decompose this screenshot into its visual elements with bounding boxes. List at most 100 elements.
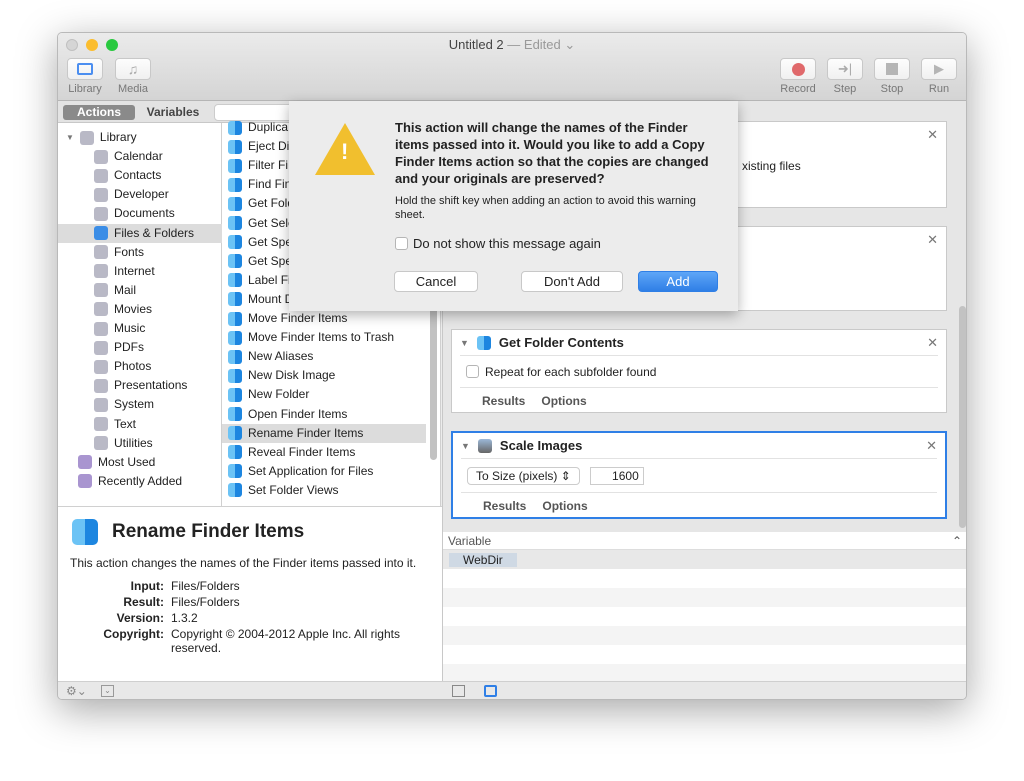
scale-mode-select[interactable]: To Size (pixels) ⇕ [467, 467, 580, 485]
dont-add-button[interactable]: Don't Add [521, 271, 623, 292]
sidebar-item[interactable]: Developer [58, 185, 222, 204]
library-button[interactable] [67, 58, 103, 80]
card-option-text: xisting files [742, 159, 801, 173]
options-tab[interactable]: Options [542, 499, 587, 513]
edited-label[interactable]: — Edited ⌄ [507, 37, 575, 52]
disclosure-triangle-icon[interactable]: ▼ [460, 338, 469, 348]
finder-icon [228, 121, 242, 135]
action-card-get-folder-contents[interactable]: ▼ Get Folder Contents ✕ Repeat for each s… [451, 329, 947, 413]
action-item[interactable]: Move Finder Items [222, 309, 426, 328]
category-icon [78, 455, 92, 469]
tab-actions[interactable]: Actions [63, 105, 135, 120]
variable-row[interactable]: WebDir [443, 550, 967, 569]
stop-icon [886, 63, 898, 75]
automator-window: Untitled 2 — Edited ⌄ Library ♫ Media Re… [57, 32, 967, 700]
chevron-up-icon[interactable]: ⌃ [952, 532, 962, 550]
sidebar-item[interactable]: Contacts [58, 166, 222, 185]
run-button[interactable]: ▶ [921, 58, 957, 80]
results-tab[interactable]: Results [482, 394, 525, 408]
action-item[interactable]: Rename Finder Items [222, 424, 426, 443]
record-button[interactable] [780, 58, 816, 80]
stop-label: Stop [867, 83, 917, 95]
sidebar-item-label: Internet [114, 262, 155, 281]
list-view-icon[interactable] [452, 685, 465, 697]
workflow-scrollbar[interactable] [959, 306, 966, 528]
options-tab[interactable]: Options [541, 394, 586, 408]
action-item[interactable]: New Aliases [222, 347, 426, 366]
meta-values: Files/Folders Files/Folders 1.3.2 Copyri… [171, 578, 421, 655]
category-icon [94, 283, 108, 297]
variable-header[interactable]: Variable [448, 534, 491, 548]
sidebar-icon [77, 63, 93, 75]
sidebar-item[interactable]: Files & Folders [58, 224, 222, 243]
size-input[interactable]: 1600 [590, 467, 644, 485]
close-icon[interactable]: ✕ [927, 335, 938, 351]
sidebar-item[interactable]: Documents [58, 204, 222, 223]
cancel-button[interactable]: Cancel [394, 271, 478, 292]
stop-button[interactable] [874, 58, 910, 80]
sidebar-item-label: Mail [114, 281, 136, 300]
checkbox-label: Repeat for each subfolder found [485, 365, 656, 379]
action-card-scale-images[interactable]: ▼Scale Images ✕ To Size (pixels) ⇕ 1600 … [451, 431, 947, 519]
action-description: Rename Finder Items This action changes … [58, 506, 442, 681]
tab-variables[interactable]: Variables [138, 105, 208, 120]
media-button[interactable]: ♫ [115, 58, 151, 80]
sidebar-item-label: Files & Folders [114, 224, 194, 243]
finder-icon [228, 331, 242, 345]
do-not-show-checkbox[interactable] [395, 237, 408, 250]
close-icon[interactable]: ✕ [927, 127, 938, 143]
sidebar-item[interactable]: Text [58, 415, 222, 434]
action-item[interactable]: Move Finder Items to Trash [222, 328, 426, 347]
close-icon[interactable]: ✕ [926, 438, 937, 454]
sidebar-item[interactable]: Calendar [58, 147, 222, 166]
sidebar-item[interactable]: Photos [58, 357, 222, 376]
close-icon[interactable]: ✕ [927, 232, 938, 248]
action-item[interactable]: New Folder [222, 385, 426, 404]
action-item[interactable]: Set Application for Files [222, 462, 426, 481]
sidebar-item[interactable]: Utilities [58, 434, 222, 453]
add-button[interactable]: Add [638, 271, 718, 292]
sidebar-item[interactable]: Recently Added [58, 472, 222, 491]
finder-icon [228, 388, 242, 402]
disclosure-triangle-icon[interactable]: ▼ [66, 128, 74, 147]
action-label: New Folder [248, 385, 309, 404]
sidebar-item[interactable]: ▼Library [58, 128, 222, 147]
media-label: Media [108, 83, 158, 95]
variable-panel: Variable ⌃ WebDir [442, 532, 967, 681]
workflow-view-icon[interactable] [484, 685, 497, 697]
finder-icon [228, 254, 242, 268]
gear-icon[interactable]: ⚙⌄ [66, 684, 87, 698]
sidebar-item[interactable]: Movies [58, 300, 222, 319]
disclosure-triangle-icon[interactable]: ▼ [461, 441, 470, 451]
library-bottom-bar: ⚙⌄ ⌄ [58, 681, 442, 700]
action-item[interactable]: Reveal Finder Items [222, 443, 426, 462]
category-icon [94, 150, 108, 164]
sidebar-item[interactable]: PDFs [58, 338, 222, 357]
action-item[interactable]: New Disk Image [222, 366, 426, 385]
sidebar-item[interactable]: System [58, 395, 222, 414]
record-label: Record [773, 83, 823, 95]
sidebar-item-label: Utilities [114, 434, 153, 453]
result-value: Files/Folders [171, 594, 421, 610]
finder-icon [228, 216, 242, 230]
action-label: New Aliases [248, 347, 313, 366]
library-list: ▼LibraryCalendarContactsDeveloperDocumen… [58, 123, 222, 506]
step-button[interactable]: ➜| [827, 58, 863, 80]
sidebar-item[interactable]: Presentations [58, 376, 222, 395]
sidebar-item[interactable]: Music [58, 319, 222, 338]
action-item[interactable]: Open Finder Items [222, 405, 426, 424]
sidebar-item[interactable]: Most Used [58, 453, 222, 472]
sidebar-item[interactable]: Internet [58, 262, 222, 281]
card-title: Get Folder Contents [499, 335, 624, 350]
sidebar-item-label: Movies [114, 300, 152, 319]
toggle-description-icon[interactable]: ⌄ [101, 685, 114, 697]
repeat-checkbox[interactable] [466, 365, 479, 378]
action-item[interactable]: Set Folder Views [222, 481, 426, 500]
sidebar-item-label: PDFs [114, 338, 144, 357]
sidebar-item[interactable]: Mail [58, 281, 222, 300]
sidebar-item-label: Music [114, 319, 145, 338]
action-label: Open Finder Items [248, 405, 347, 424]
sidebar-item[interactable]: Fonts [58, 243, 222, 262]
results-tab[interactable]: Results [483, 499, 526, 513]
variable-token[interactable]: WebDir [449, 553, 517, 567]
